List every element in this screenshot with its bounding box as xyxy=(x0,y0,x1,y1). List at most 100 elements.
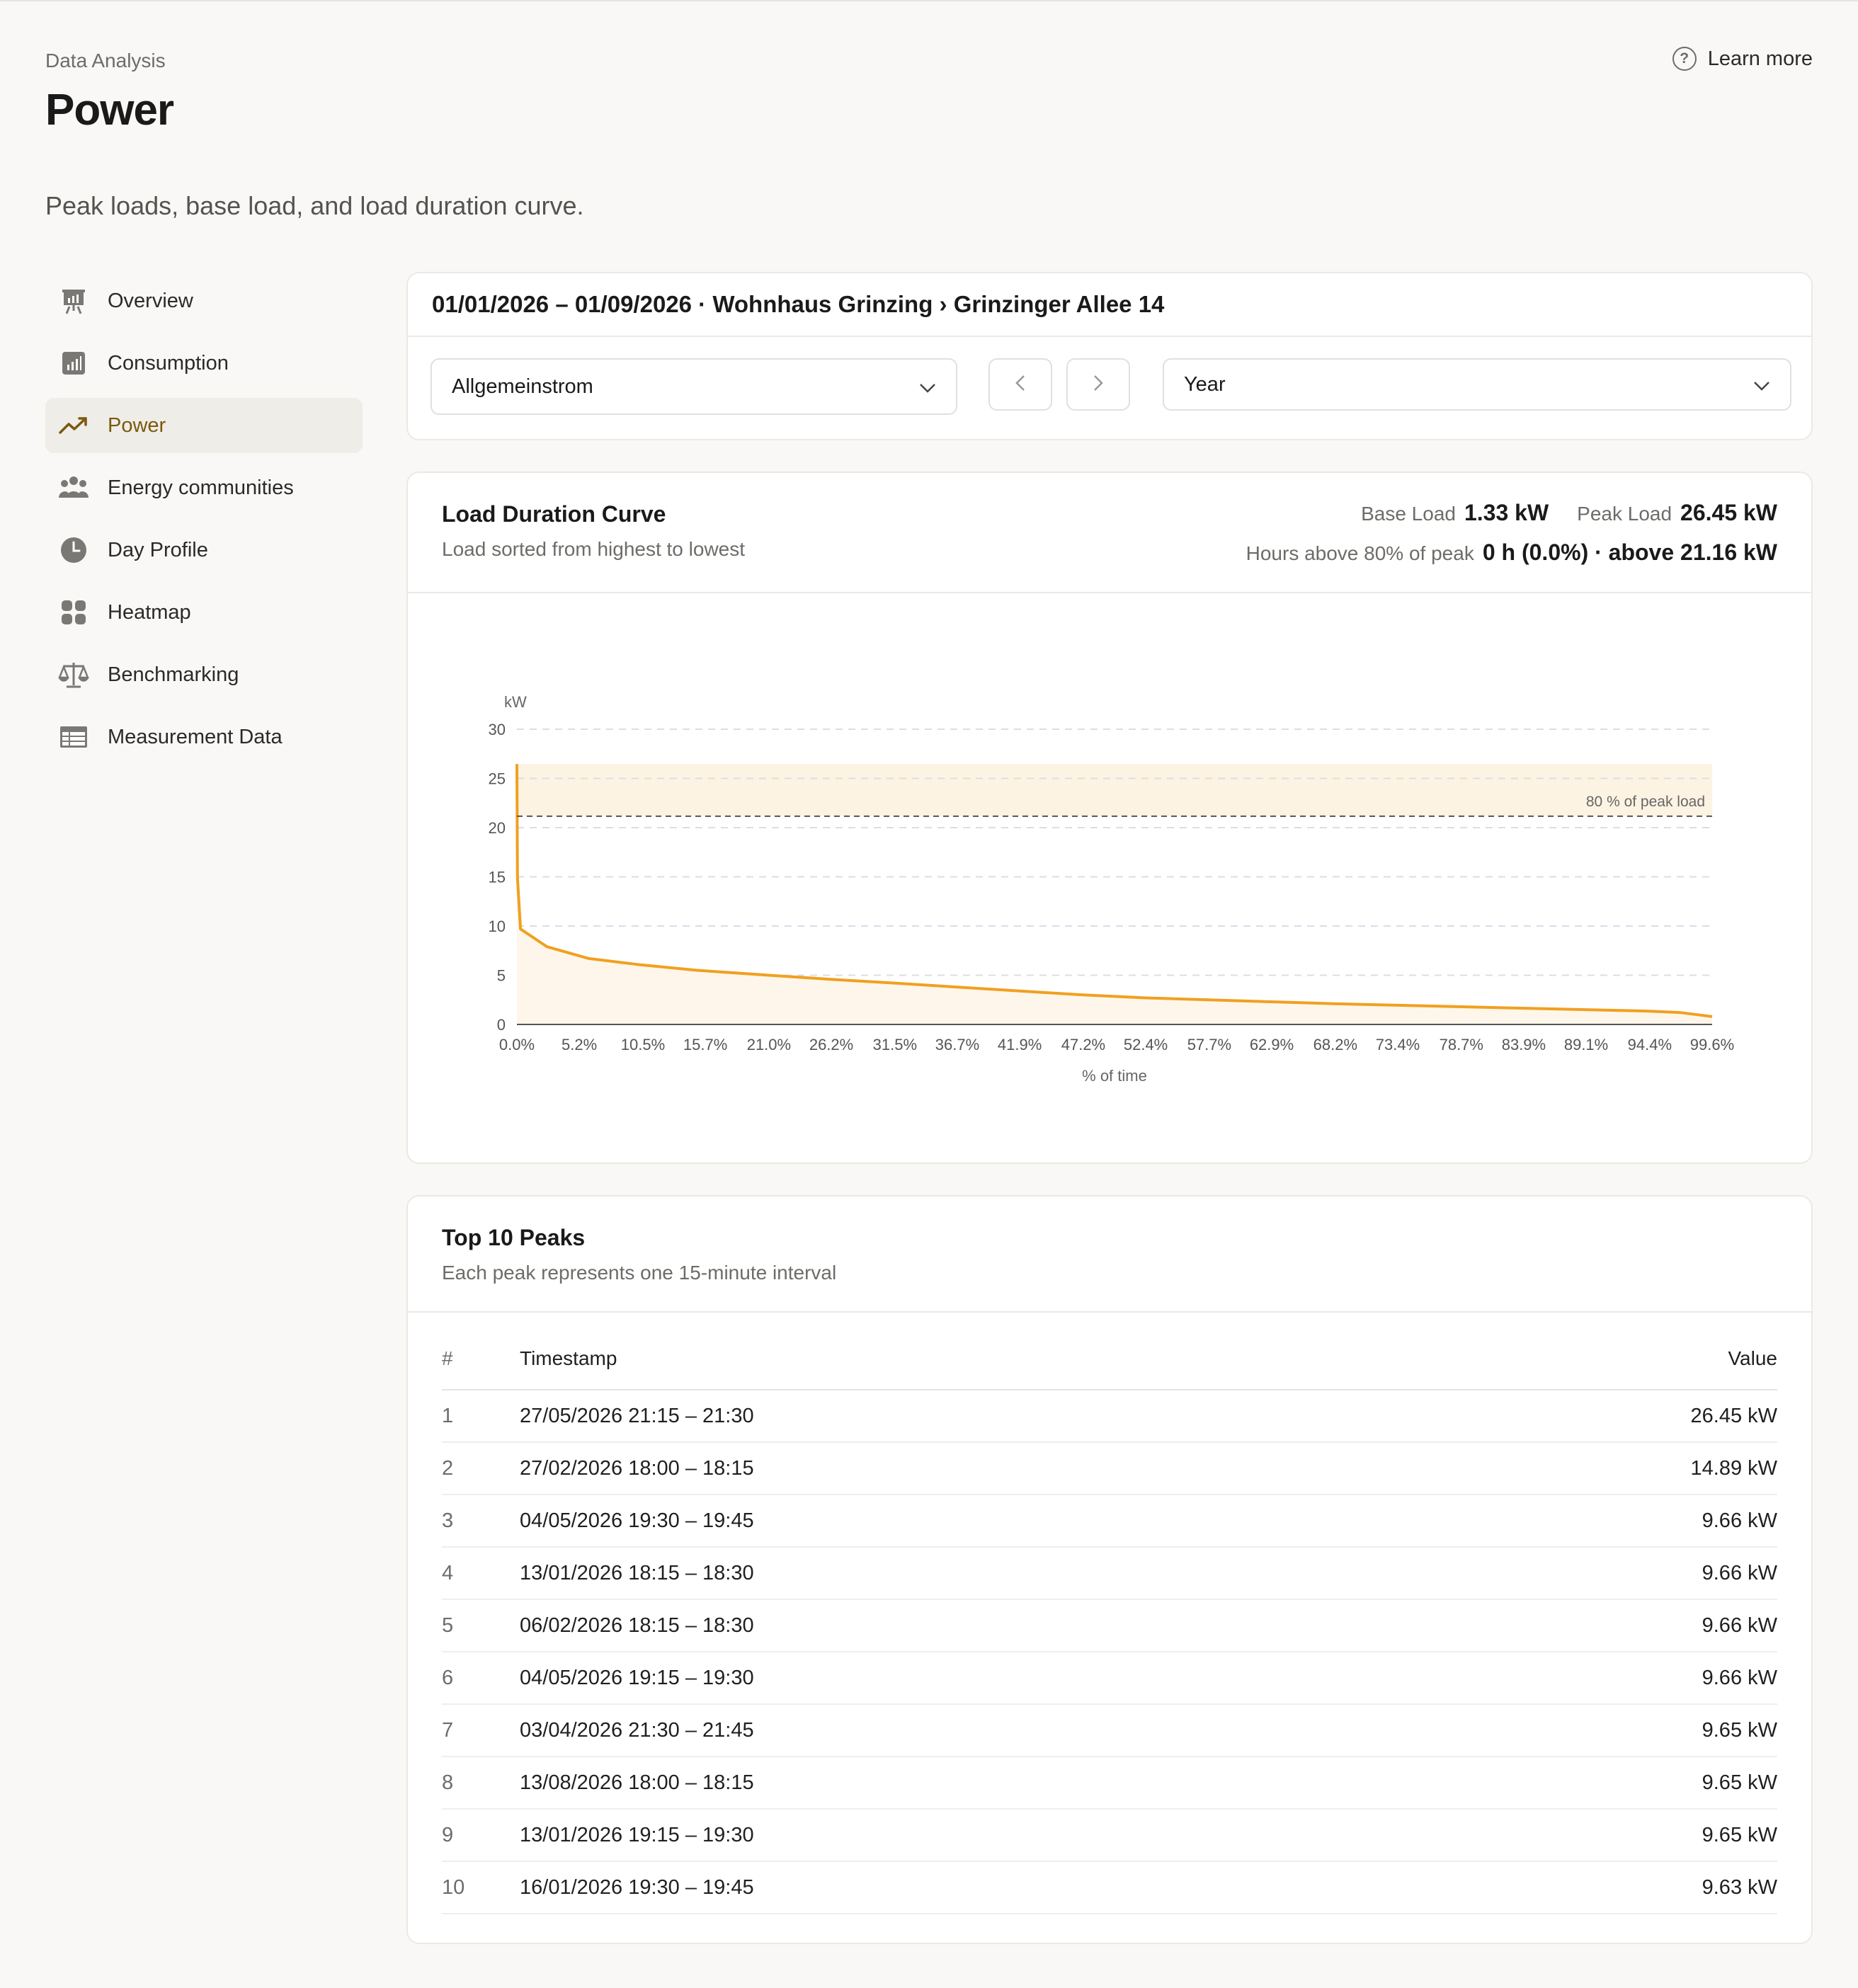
base-load-label: Base Load xyxy=(1361,503,1456,525)
people-group-icon xyxy=(58,472,89,503)
x-tick-label: 83.9% xyxy=(1502,1036,1546,1053)
column-timestamp: Timestamp xyxy=(520,1347,617,1369)
table-row: 7 03/04/2026 21:30 – 21:45 9.65 kW xyxy=(442,1705,1777,1757)
x-tick-label: 94.4% xyxy=(1628,1036,1672,1053)
row-value: 9.65 kW xyxy=(1702,1823,1777,1846)
x-tick-label: 89.1% xyxy=(1564,1036,1608,1053)
row-rank: 6 xyxy=(442,1666,454,1689)
row-value: 14.89 kW xyxy=(1690,1456,1778,1480)
y-tick-label: 15 xyxy=(489,869,506,886)
x-tick-label: 78.7% xyxy=(1440,1036,1483,1053)
x-tick-label: 21.0% xyxy=(747,1036,791,1053)
x-tick-label: 73.4% xyxy=(1376,1036,1420,1053)
y-tick-label: 30 xyxy=(489,721,506,738)
row-timestamp: 27/05/2026 21:15 – 21:30 xyxy=(520,1404,754,1427)
x-tick-label: 68.2% xyxy=(1313,1036,1357,1053)
sidebar-item-label: Measurement Data xyxy=(108,725,283,748)
row-rank: 9 xyxy=(442,1823,454,1846)
row-timestamp: 04/05/2026 19:15 – 19:30 xyxy=(520,1666,754,1689)
row-rank: 5 xyxy=(442,1613,454,1637)
chevron-down-icon xyxy=(1753,373,1770,396)
chevron-left-icon xyxy=(1015,375,1025,395)
peak-load-stat: Peak Load 26.45 kW xyxy=(1577,500,1777,526)
filter-card: 01/01/2026 – 01/09/2026 · Wohnhaus Grinz… xyxy=(406,272,1813,440)
card-subtitle: Each peak represents one 15-minute inter… xyxy=(442,1262,837,1284)
table-row: 2 27/02/2026 18:00 – 18:15 14.89 kW xyxy=(442,1443,1777,1495)
table-row: 4 13/01/2026 18:15 – 18:30 9.66 kW xyxy=(442,1548,1777,1600)
sidebar-item-power[interactable]: Power xyxy=(45,398,363,453)
sidebar-item-day-profile[interactable]: Day Profile xyxy=(45,522,363,578)
column-rank: # xyxy=(442,1347,453,1369)
table-row: 3 04/05/2026 19:30 – 19:45 9.66 kW xyxy=(442,1495,1777,1548)
row-timestamp: 13/01/2026 18:15 – 18:30 xyxy=(520,1561,754,1584)
chevron-right-icon xyxy=(1093,375,1103,395)
sidebar-item-label: Power xyxy=(108,413,166,437)
breadcrumb: Data Analysis xyxy=(45,50,166,72)
row-timestamp: 04/05/2026 19:30 – 19:45 xyxy=(520,1509,754,1532)
x-tick-label: 52.4% xyxy=(1124,1036,1168,1053)
grid-icon xyxy=(58,597,89,628)
x-tick-label: 62.9% xyxy=(1250,1036,1294,1053)
sidebar-item-benchmarking[interactable]: Benchmarking xyxy=(45,647,363,702)
row-value: 9.65 kW xyxy=(1702,1718,1777,1742)
peak-load-label: Peak Load xyxy=(1577,503,1672,525)
row-value: 9.66 kW xyxy=(1702,1509,1777,1532)
x-tick-label: 47.2% xyxy=(1061,1036,1105,1053)
table-row: 10 16/01/2026 19:30 – 19:45 9.63 kW xyxy=(442,1862,1777,1914)
row-timestamp: 13/01/2026 19:15 – 19:30 xyxy=(520,1823,754,1846)
x-tick-label: 0.0% xyxy=(499,1036,535,1053)
row-timestamp: 13/08/2026 18:00 – 18:15 xyxy=(520,1771,754,1794)
sidebar-item-label: Energy communities xyxy=(108,476,294,499)
row-value: 9.66 kW xyxy=(1702,1666,1777,1689)
row-value: 26.45 kW xyxy=(1690,1404,1778,1427)
x-tick-label: 99.6% xyxy=(1690,1036,1734,1053)
sidebar-item-label: Overview xyxy=(108,289,193,312)
x-tick-label: 41.9% xyxy=(998,1036,1042,1053)
table-row: 9 13/01/2026 19:15 – 19:30 9.65 kW xyxy=(442,1810,1777,1862)
clock-icon xyxy=(58,535,89,566)
sidebar-item-energy-communities[interactable]: Energy communities xyxy=(45,460,363,515)
y-tick-label: 5 xyxy=(497,967,506,985)
sidebar-item-measurement-data[interactable]: Measurement Data xyxy=(45,709,363,765)
next-period-button[interactable] xyxy=(1066,358,1130,411)
base-load-value: 1.33 kW xyxy=(1464,500,1549,525)
sidebar-item-consumption[interactable]: Consumption xyxy=(45,336,363,391)
card-title: Load Duration Curve xyxy=(442,501,666,527)
table-row: 6 04/05/2026 19:15 – 19:30 9.66 kW xyxy=(442,1652,1777,1705)
help-icon: ? xyxy=(1672,47,1697,71)
row-timestamp: 27/02/2026 18:00 – 18:15 xyxy=(520,1456,754,1480)
card-title: Top 10 Peaks xyxy=(442,1225,586,1250)
sidebar-item-heatmap[interactable]: Heatmap xyxy=(45,585,363,640)
presentation-chart-icon xyxy=(58,285,89,316)
meter-select-value: Allgemeinstrom xyxy=(452,375,593,398)
trending-up-icon xyxy=(58,410,89,441)
previous-period-button[interactable] xyxy=(988,358,1052,411)
meter-select[interactable]: Allgemeinstrom xyxy=(431,358,957,415)
learn-more-link[interactable]: ? Learn more xyxy=(1672,47,1813,71)
x-tick-label: 15.7% xyxy=(683,1036,727,1053)
column-value: Value xyxy=(1728,1347,1777,1369)
page-subtitle: Peak loads, base load, and load duration… xyxy=(45,191,584,220)
sidebar-item-label: Consumption xyxy=(108,351,229,375)
hours-above-value: 0 h (0.0%) · above 21.16 kW xyxy=(1482,539,1777,565)
row-rank: 4 xyxy=(442,1561,454,1584)
load-duration-chart: 0 5 10 15 20 25 30 kW 80 % of peak load 0.0% 5.2% 1… xyxy=(489,693,1735,1085)
row-timestamp: 06/02/2026 18:15 – 18:30 xyxy=(520,1613,754,1637)
y-axis-label: kW xyxy=(504,693,527,711)
base-load-stat: Base Load 1.33 kW xyxy=(1361,500,1549,526)
period-select[interactable]: Year xyxy=(1163,358,1791,411)
chevron-down-icon xyxy=(919,375,936,399)
y-tick-label: 0 xyxy=(497,1016,506,1034)
x-axis-label: % of time xyxy=(1082,1067,1147,1085)
y-tick-label: 25 xyxy=(489,770,506,788)
peaks-table: # Timestamp Value 1 27/05/2026 21:15 – 21… xyxy=(442,1328,1777,1914)
row-rank: 8 xyxy=(442,1771,454,1794)
y-tick-label: 10 xyxy=(489,918,506,935)
row-value: 9.66 kW xyxy=(1702,1561,1777,1584)
row-rank: 7 xyxy=(442,1718,454,1742)
row-rank: 2 xyxy=(442,1456,454,1480)
scale-icon xyxy=(58,659,89,690)
sidebar-item-overview[interactable]: Overview xyxy=(45,273,363,329)
x-tick-label: 26.2% xyxy=(809,1036,853,1053)
bar-chart-icon xyxy=(58,348,89,379)
